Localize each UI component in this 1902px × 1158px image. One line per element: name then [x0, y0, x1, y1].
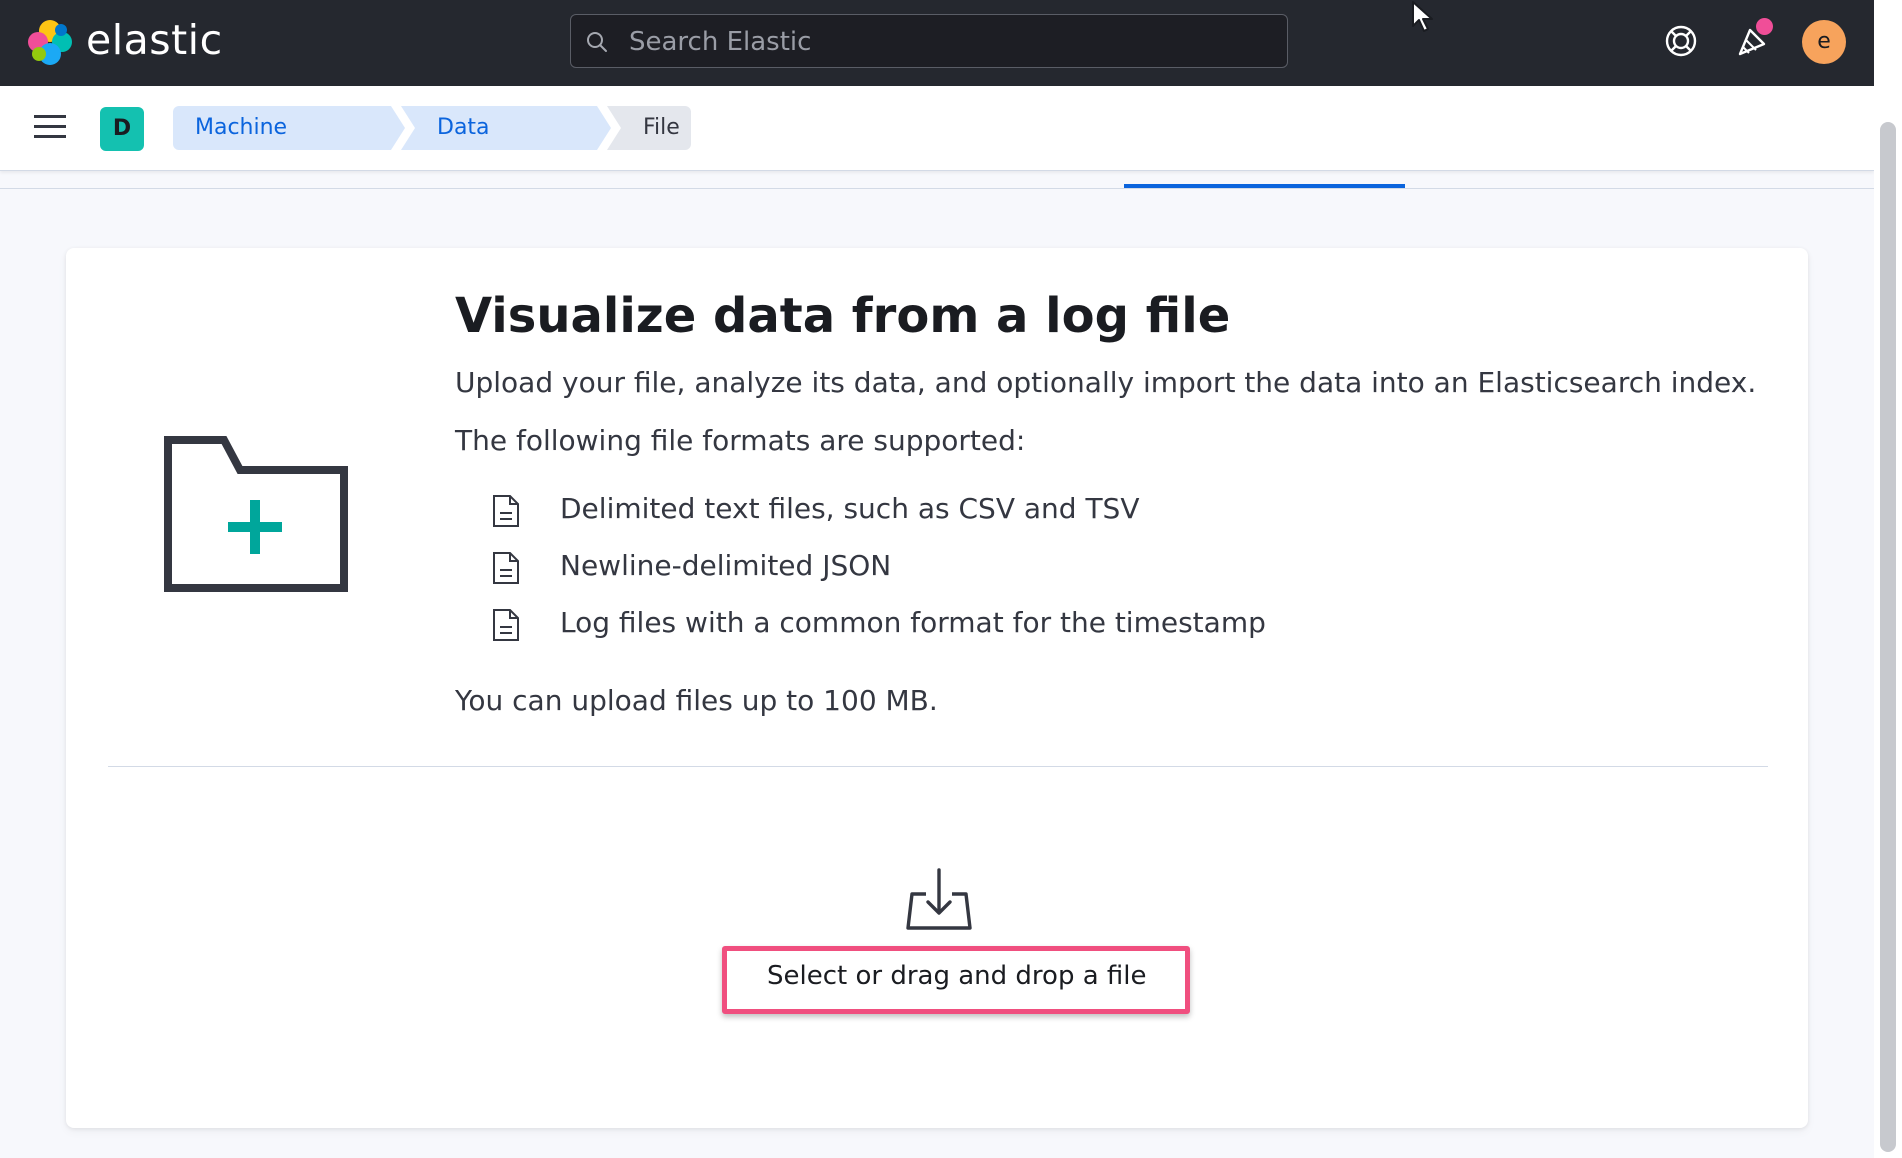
- scrollbar-thumb[interactable]: [1880, 122, 1896, 1152]
- format-label: Newline-delimited JSON: [560, 549, 892, 582]
- format-label: Delimited text files, such as CSV and TS…: [560, 492, 1140, 525]
- breadcrumb-bar: D Machine Learning Data Visualizer File: [0, 86, 1874, 171]
- upload-size-limit: You can upload files up to 100 MB.: [455, 684, 938, 717]
- import-icon[interactable]: [904, 866, 974, 936]
- file-picker-label: Select or drag and drop a file: [767, 961, 1147, 991]
- global-search[interactable]: [570, 14, 1288, 68]
- breadcrumb-file: File: [607, 106, 691, 150]
- breadcrumb-data-visualizer[interactable]: Data Visualizer: [401, 106, 611, 150]
- help-icon[interactable]: [1664, 24, 1698, 58]
- search-input[interactable]: [627, 15, 1271, 68]
- mouse-cursor-icon: [1412, 1, 1433, 32]
- tab-divider: [0, 188, 1874, 189]
- format-label: Log files with a common format for the t…: [560, 606, 1266, 639]
- notification-badge: [1756, 18, 1773, 35]
- top-header: elastic e: [0, 0, 1874, 86]
- document-icon: [493, 552, 519, 584]
- space-avatar[interactable]: D: [100, 107, 144, 151]
- app-viewport: elastic e: [0, 0, 1874, 1158]
- search-icon: [587, 32, 607, 52]
- file-upload-panel: Visualize data from a log file Upload yo…: [66, 248, 1808, 1128]
- page-description: Upload your file, analyze its data, and …: [455, 366, 1757, 399]
- user-avatar[interactable]: e: [1802, 20, 1846, 64]
- brand-name[interactable]: elastic: [86, 16, 223, 64]
- document-icon: [493, 495, 519, 527]
- hamburger-menu-icon[interactable]: [34, 113, 66, 141]
- document-icon: [493, 609, 519, 641]
- breadcrumb-machine-learning[interactable]: Machine Learning: [173, 106, 405, 150]
- formats-label: The following file formats are supported…: [455, 424, 1026, 457]
- elastic-logo-icon[interactable]: [26, 18, 74, 66]
- file-picker-button[interactable]: Select or drag and drop a file: [722, 946, 1190, 1014]
- section-divider: [108, 766, 1768, 767]
- page-title: Visualize data from a log file: [455, 288, 1231, 344]
- folder-add-icon: [164, 436, 348, 592]
